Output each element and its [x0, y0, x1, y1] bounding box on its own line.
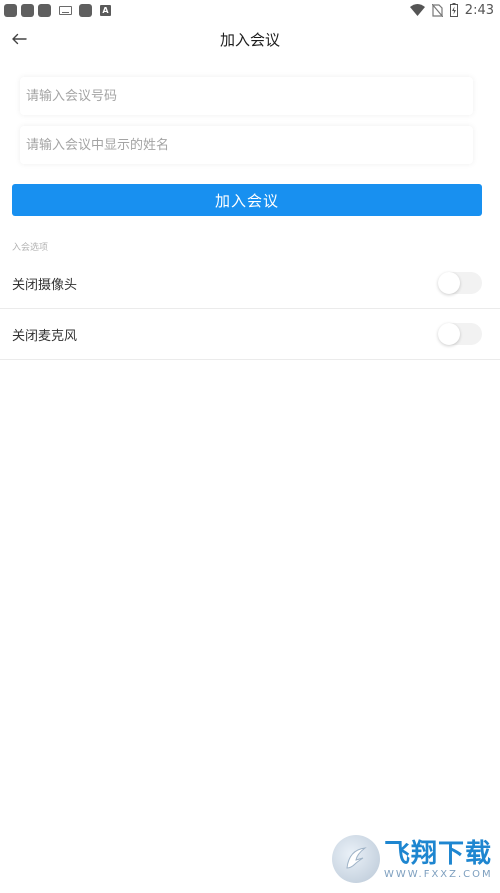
join-options-label: 入会选项: [12, 243, 49, 253]
watermark-sub-text: WWW.FXXZ.COM: [384, 868, 493, 880]
camera-off-toggle[interactable]: [438, 272, 482, 294]
watermark-logo-icon: [332, 835, 380, 883]
watermark-text: 飞翔下载 WWW.FXXZ.COM: [384, 839, 493, 880]
app-bar: 加入会议: [0, 20, 500, 58]
app-notification-icon: [21, 3, 34, 17]
page-title: 加入会议: [219, 31, 280, 49]
option-label-microphone: 关闭麦克风: [12, 329, 78, 344]
app-notification-icon: [4, 3, 17, 17]
meeting-number-input[interactable]: [20, 77, 473, 115]
join-meeting-button[interactable]: 加入会议: [12, 184, 482, 216]
notification-icons: A: [4, 3, 111, 17]
app-notification-icon: [38, 3, 51, 17]
watermark: 飞翔下载 WWW.FXXZ.COM: [332, 828, 500, 890]
status-bar: A 2:43: [0, 0, 500, 20]
display-name-input[interactable]: [20, 126, 473, 164]
option-row-microphone: 关闭麦克风: [0, 309, 500, 360]
a-icon: A: [100, 4, 111, 16]
battery-charging-icon: [449, 3, 458, 17]
no-sim-icon: [431, 3, 443, 17]
option-row-camera: 关闭摄像头: [0, 258, 500, 309]
watermark-main-text: 飞翔下载: [384, 838, 493, 869]
option-label-camera: 关闭摄像头: [12, 278, 78, 293]
wifi-icon: [409, 4, 425, 16]
keyboard-icon: [59, 5, 72, 15]
microphone-off-toggle[interactable]: [438, 323, 482, 345]
toggle-knob: [438, 272, 460, 294]
display-name-field: [20, 126, 473, 164]
meeting-number-field: [20, 77, 473, 115]
toggle-knob: [438, 323, 460, 345]
clock: 2:43: [464, 2, 494, 18]
system-icons: 2:43: [409, 2, 494, 18]
app-notification-icon: [79, 3, 92, 17]
